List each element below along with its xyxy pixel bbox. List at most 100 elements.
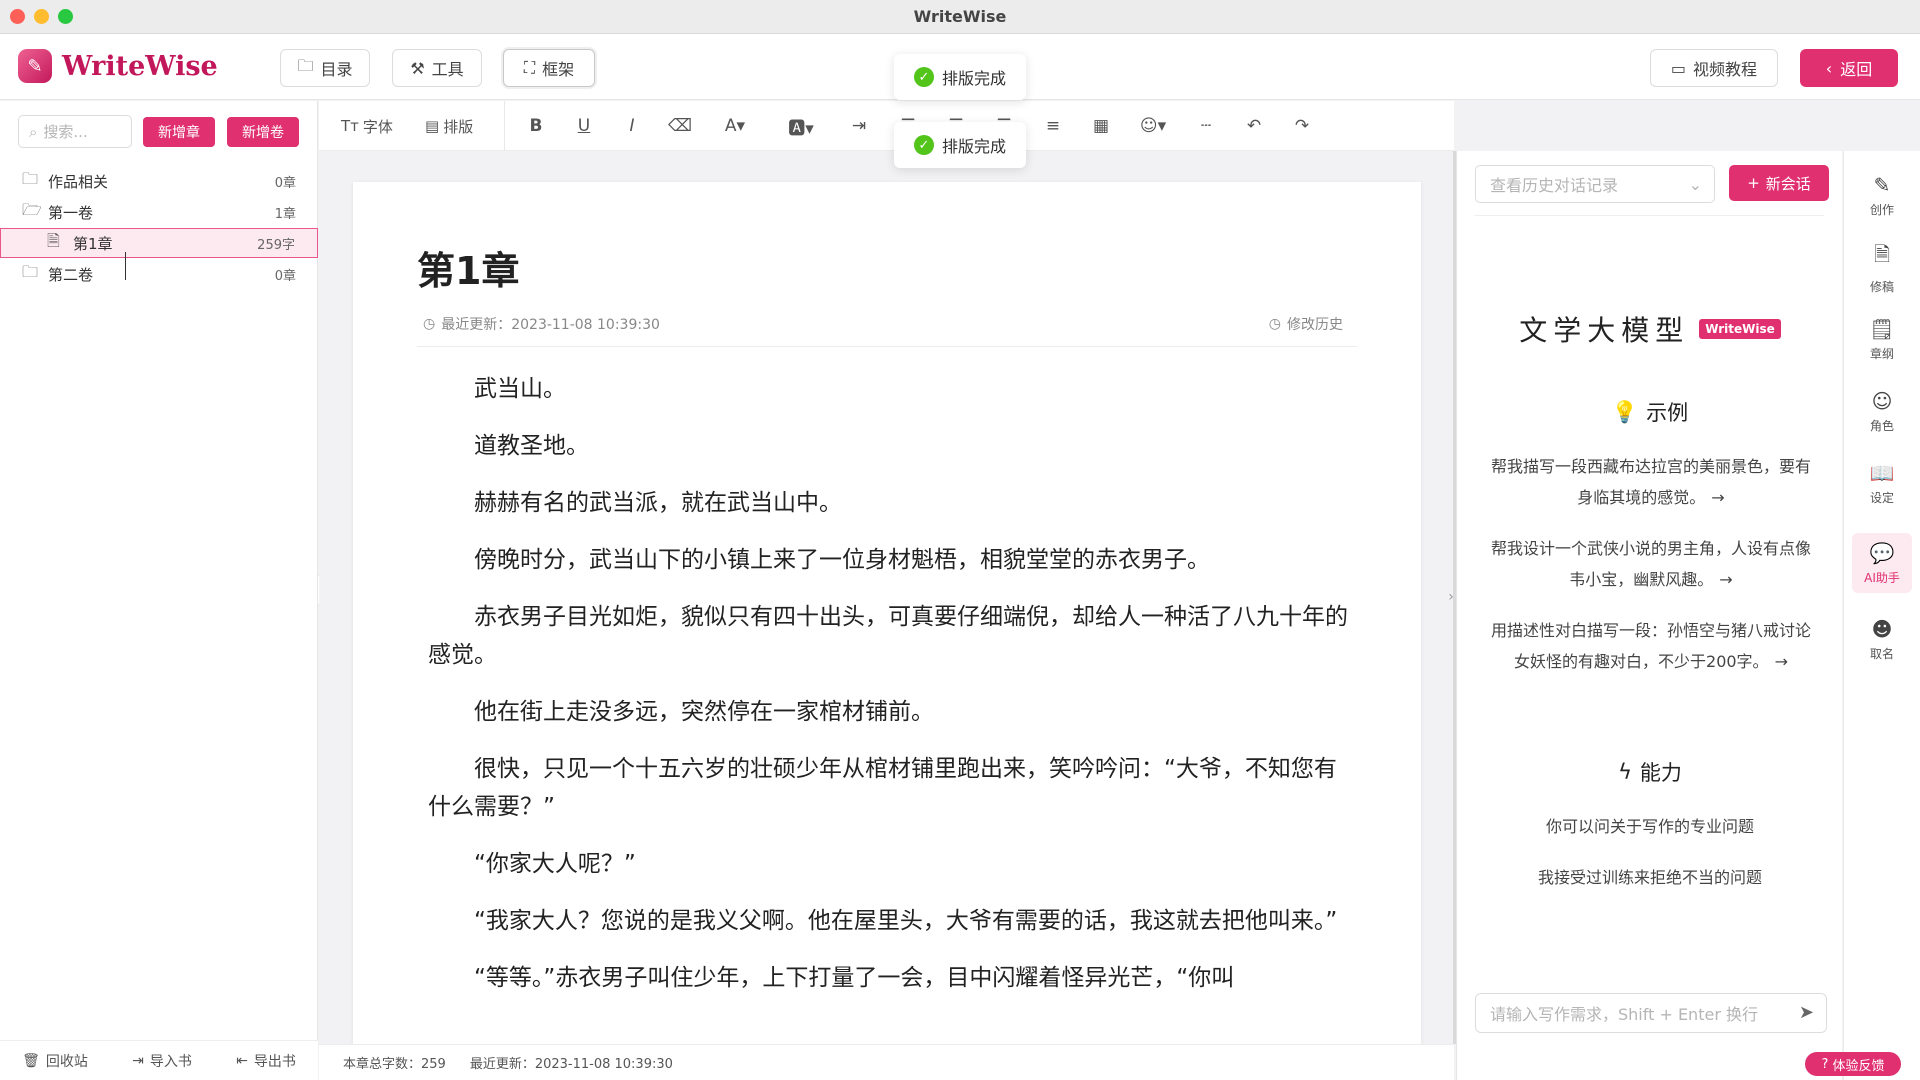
toast-text: 排版完成 [941,137,1006,156]
abilities-title: 能力 [1639,761,1682,785]
catalog-label: 目录 [320,60,353,79]
history-select-placeholder: 查看历史对话记录 [1490,176,1619,195]
import-book-button[interactable]: ⇥ 导入书 [132,1051,192,1071]
ai-divider [1475,215,1824,216]
ai-assistant-panel: 查看历史对话记录 ⌄ + 新会话 文学大模型 WriteWise 💡 示例 帮我… [1456,151,1842,1080]
ability-item: 你可以问关于写作的专业问题 [1545,817,1754,836]
new-chat-button[interactable]: + 新会话 [1729,165,1829,201]
rail-item-settings[interactable]: 📖 设定 [1852,453,1912,513]
example-prompt[interactable]: 帮我设计一个武侠小说的男主角，人设有点像韦小宝，幽默风趣。 → [1489,533,1813,595]
tree-item-chapter-1[interactable]: 🗎 第1章 259字 [0,228,318,258]
send-icon[interactable]: ➤ [1799,1002,1814,1023]
bold-icon[interactable]: B [521,111,551,141]
search-placeholder: 搜索... [43,123,88,141]
ai-badge: WriteWise [1699,319,1781,339]
status-bar: 本章总字数：259 最近更新：2023-11-08 10:39:30 [319,1044,1454,1080]
paragraph: 很快，只见一个十五六岁的壮硕少年从棺材铺里跑出来，笑吟吟问：“大爷，不知您有什么… [428,756,1337,820]
rail-item-create[interactable]: ✎ 创作 [1852,165,1912,225]
user-icon: ☺ [1871,388,1893,413]
example-text: 帮我设计一个武侠小说的男主角，人设有点像韦小宝，幽默风趣。 [1490,539,1811,589]
close-window-button[interactable] [10,9,25,24]
layout-button[interactable]: ▤ 排版 [425,111,473,141]
document-icon: 🗎 [47,230,60,250]
rail-label: 章纲 [1869,346,1894,361]
tools-button[interactable]: ⚒ 工具 [392,49,482,87]
tree-item-label: 第1章 [73,234,113,253]
font-color-icon[interactable]: A▾ [715,111,755,141]
book-icon: 📖 [1869,460,1895,485]
user-add-icon: ☻ [1871,616,1893,641]
font-label: 字体 [362,117,393,136]
tree-item-works[interactable]: 🗀 作品相关 0章 [0,166,318,196]
undo-icon[interactable]: ↶ [1239,111,1269,141]
toolbar-divider [504,101,505,151]
plus-icon: + [1747,174,1760,192]
emoji-icon[interactable]: ☺▾ [1133,111,1173,141]
help-icon: ? [1821,1056,1829,1072]
new-volume-button[interactable]: 新增卷 [227,117,299,147]
rail-item-revise[interactable]: 🗎 修稿 [1852,237,1912,297]
rail-label: 创作 [1869,202,1894,217]
history-icon: ◷ [1268,316,1281,332]
history-button[interactable]: ◷ 修改历史 [1269,314,1343,334]
font-button[interactable]: Tт 字体 [341,111,393,141]
editor-page[interactable]: 第1章 ◷ 最近更新：2023-11-08 10:39:30 ◷ 修改历史 武当… [353,182,1421,1044]
framework-button[interactable]: ⛶ 框架 [503,49,595,87]
toast-message: ✓ 排版完成 [894,122,1026,168]
export-book-button[interactable]: ⇤ 导出书 [236,1051,296,1071]
rail-item-naming[interactable]: ☻ 取名 [1852,609,1912,669]
layout-label: 排版 [443,117,474,136]
divider-line-icon[interactable]: ┄ [1191,111,1221,141]
paragraph: “你家大人呢？” [474,851,636,877]
search-input[interactable]: ⌕ 搜索... [18,115,132,148]
example-prompt[interactable]: 帮我描写一段西藏布达拉宫的美丽景色，要有身临其境的感觉。 → [1489,451,1813,513]
ai-model-title: 文学大模型 WriteWise [1457,309,1843,349]
rail-item-characters[interactable]: ☺ 角色 [1852,381,1912,441]
indent-icon[interactable]: ⇥ [844,111,874,141]
align-justify-icon[interactable]: ≡ [1038,111,1068,141]
redo-icon[interactable]: ↷ [1287,111,1317,141]
editor-toolbar: Tт 字体 ▤ 排版 B U I ⌫ A▾ 🅰▾ ⇥ ☰ ☰ ☰ ≡ ▦ ☺▾ … [319,101,1454,151]
toast-message: ✓ 排版完成 [894,54,1026,100]
rail-item-ai-assistant[interactable]: 💬 AI助手 [1852,533,1912,593]
tree-item-label: 作品相关 [48,172,109,191]
ai-title-text: 文学大模型 [1519,314,1690,347]
example-text: 用描述性对白描写一段：孙悟空与猪八戒讨论女妖怪的有趣对白，不少于200字。 [1490,621,1811,671]
underline-icon[interactable]: U [569,111,599,141]
ai-prompt-input[interactable]: 请输入写作需求，Shift + Enter 换行 ➤ [1475,993,1827,1033]
history-label: 修改历史 [1287,317,1343,333]
minimize-window-button[interactable] [34,9,49,24]
tree-item-count: 0章 [274,175,296,191]
new-chapter-button[interactable]: 新增章 [143,117,215,147]
italic-icon[interactable]: I [617,111,647,141]
ability-item: 我接受过训练来拒绝不当的问题 [1537,868,1762,887]
chapter-content[interactable]: 武当山。 道教圣地。 赫赫有名的武当派，就在武当山中。 傍晚时分，武当山下的小镇… [428,370,1348,1016]
paragraph: 赤衣男子目光如炬，貌似只有四十出头，可真要仔细端倪，却给人一种活了八九十年的感觉… [428,604,1348,668]
chapter-title[interactable]: 第1章 [417,240,519,295]
catalog-button[interactable]: 🗀 目录 [280,49,370,87]
rail-item-outline[interactable]: 🗒 章纲 [1852,309,1912,369]
tree-item-count: 1章 [274,206,296,222]
feedback-button[interactable]: ? 体验反馈 [1805,1052,1901,1076]
examples-title: 示例 [1646,401,1689,425]
eraser-icon[interactable]: ⌫ [665,111,695,141]
tree-item-volume-2[interactable]: 🗀 第二卷 0章 [0,259,318,289]
folder-icon: 🗀 [22,168,39,188]
example-prompt[interactable]: 用描述性对白描写一段：孙悟空与猪八戒讨论女妖怪的有趣对白，不少于200字。 → [1489,615,1813,677]
history-select[interactable]: 查看历史对话记录 ⌄ [1475,165,1715,203]
framework-icon: ⛶ [523,58,536,77]
lightbulb-icon: 💡 [1611,399,1639,424]
rail-label: 修稿 [1869,279,1894,294]
tools-label: 工具 [431,60,464,79]
feedback-label: 体验反馈 [1832,1058,1885,1074]
paragraph: 武当山。 [474,376,566,402]
highlight-color-icon[interactable]: 🅰▾ [781,111,821,141]
arrow-right-icon: → [1719,570,1733,589]
title-bar: WriteWise [0,0,1920,34]
zoom-window-button[interactable] [58,9,73,24]
line-spacing-icon[interactable]: ▦ [1086,111,1116,141]
video-tutorial-button[interactable]: ▭ 视频教程 [1650,49,1778,87]
recycle-bin-button[interactable]: 🗑 回收站 [22,1051,88,1071]
back-button[interactable]: ‹ 返回 [1800,49,1898,87]
tree-item-volume-1[interactable]: 🗁 第一卷 1章 [0,197,318,227]
